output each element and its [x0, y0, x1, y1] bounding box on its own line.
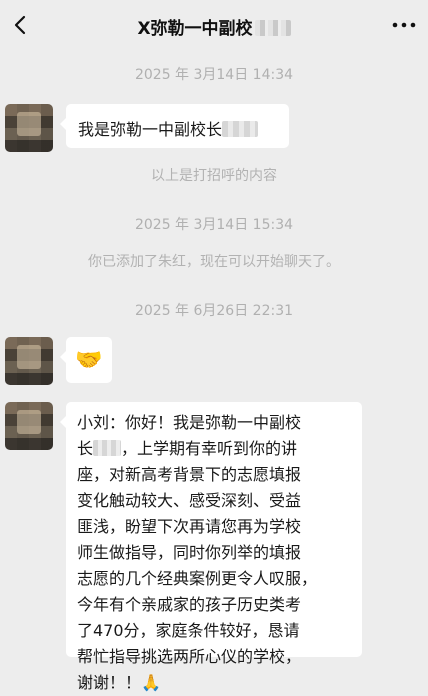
message-line: 变化触动较大、感受深刻、受益 [77, 491, 302, 510]
blurred-text [93, 440, 122, 456]
system-note: 以上是打招呼的内容 [151, 168, 277, 184]
message-bubble[interactable]: 我是弥勒一中副校长 [60, 104, 289, 148]
message-line: 师生做指导，同时你列举的填报 [77, 543, 302, 562]
avatar[interactable] [5, 402, 53, 450]
message-line: 座，对新高考背景下的志愿填报 [77, 465, 302, 484]
message-line: 匪浅，盼望下次再请您再为学校 [77, 517, 302, 536]
message-text-wrap: 我是弥勒一中副校长 [78, 116, 259, 140]
message-line: 今年有个亲戚家的孩子历史类考 [77, 595, 302, 614]
handshake-emoji: 🤝 [75, 347, 103, 373]
timestamp: 2025 年 3月14日 14:34 [134, 67, 294, 83]
message-text: 我是弥勒一中副校长 [78, 120, 223, 139]
message-line-part: 长 [77, 439, 94, 458]
more-dots-icon [392, 22, 416, 28]
message-line: 帮忙指导挑选两所心仪的学校， [77, 647, 302, 666]
more-button[interactable] [388, 10, 420, 40]
message-bubble[interactable]: 🤝 [60, 337, 112, 383]
blurred-name [254, 20, 291, 36]
chat-title-text: X弥勒一中副校 [137, 19, 253, 39]
message-line-part: ，上学期有幸听到你的讲 [121, 439, 298, 458]
message-line: 志愿的几个经典案例更令人叹服， [77, 569, 318, 588]
message-bubble[interactable]: 小刘：你好！我是弥勒一中副校 长 ，上学期有幸听到你的讲 座，对新高考背景下的志愿… [60, 402, 362, 692]
timestamp: 2025 年 3月14日 15:34 [134, 217, 294, 233]
timestamp: 2025 年 6月26日 22:31 [134, 303, 294, 319]
chat-header: X弥勒一中副校 [0, 0, 428, 52]
avatar[interactable] [5, 104, 53, 152]
message-text-block: 小刘：你好！我是弥勒一中副校 长 ，上学期有幸听到你的讲 座，对新高考背景下的志愿… [77, 410, 354, 696]
chat-title: X弥勒一中副校 [0, 14, 428, 39]
avatar[interactable] [5, 337, 53, 385]
system-note: 你已添加了朱红，现在可以开始聊天了。 [88, 254, 340, 270]
message-line: 长 ，上学期有幸听到你的讲 [77, 436, 354, 462]
message-line: 了470分，家庭条件较好，恳请 [77, 621, 300, 640]
blurred-text [222, 121, 259, 137]
message-line: 小刘：你好！我是弥勒一中副校 [77, 413, 302, 432]
message-line: 谢谢！！🙏 [77, 673, 161, 692]
